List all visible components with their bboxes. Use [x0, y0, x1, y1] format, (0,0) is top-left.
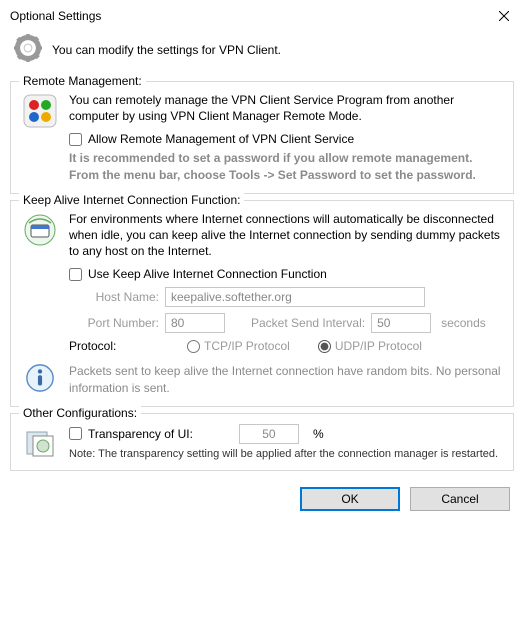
remote-hint: It is recommended to set a password if y… [69, 150, 503, 182]
use-keepalive-label: Use Keep Alive Internet Connection Funct… [88, 267, 327, 281]
udp-label: UDP/IP Protocol [335, 339, 422, 353]
transparency-input[interactable] [239, 424, 299, 444]
other-legend: Other Configurations: [19, 406, 141, 420]
keepalive-privacy: Packets sent to keep alive the Internet … [69, 363, 503, 395]
interval-input[interactable] [371, 313, 431, 333]
tcp-label: TCP/IP Protocol [204, 339, 290, 353]
udp-radio[interactable] [318, 340, 331, 353]
close-icon[interactable] [494, 6, 514, 26]
host-input[interactable] [165, 287, 425, 307]
info-icon [21, 363, 59, 393]
remote-legend: Remote Management: [19, 74, 146, 88]
ok-button[interactable]: OK [300, 487, 400, 511]
transparency-note: Note: The transparency setting will be a… [69, 448, 503, 460]
percent-label: % [313, 427, 324, 441]
remote-icon [21, 92, 59, 183]
other-icon [21, 424, 59, 460]
header-subtitle: You can modify the settings for VPN Clie… [52, 43, 281, 57]
use-keepalive-checkbox[interactable] [69, 268, 82, 281]
allow-remote-label: Allow Remote Management of VPN Client Se… [88, 132, 354, 146]
transparency-label: Transparency of UI: [88, 427, 193, 441]
allow-remote-checkbox[interactable] [69, 133, 82, 146]
interval-unit: seconds [441, 316, 486, 330]
keepalive-group: Keep Alive Internet Connection Function:… [10, 200, 514, 407]
remote-desc: You can remotely manage the VPN Client S… [69, 92, 503, 124]
gear-icon [14, 34, 42, 65]
other-config-group: Other Configurations: Transparency of UI… [10, 413, 514, 471]
tcp-radio[interactable] [187, 340, 200, 353]
host-label: Host Name: [69, 290, 159, 304]
remote-management-group: Remote Management: You can remotely mana… [10, 81, 514, 194]
keepalive-legend: Keep Alive Internet Connection Function: [19, 193, 244, 207]
port-label: Port Number: [69, 316, 159, 330]
interval-label: Packet Send Interval: [251, 316, 365, 330]
window-title: Optional Settings [10, 9, 101, 23]
port-input[interactable] [165, 313, 225, 333]
keepalive-icon [21, 211, 59, 356]
keepalive-desc: For environments where Internet connecti… [69, 211, 503, 260]
transparency-checkbox[interactable] [69, 427, 82, 440]
cancel-button[interactable]: Cancel [410, 487, 510, 511]
protocol-label: Protocol: [69, 339, 159, 353]
